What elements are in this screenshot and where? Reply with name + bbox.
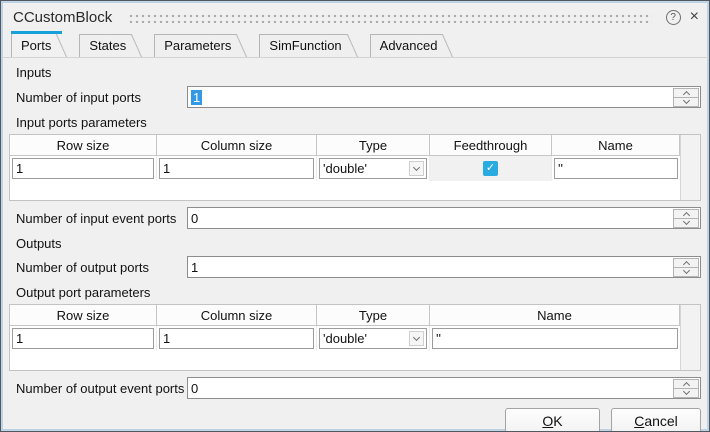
number-of-input-ports-value: 1: [191, 90, 202, 105]
table-row: 1: [10, 326, 157, 351]
input-ports-table: Row size Column size Type Feedthrough Na…: [9, 134, 701, 201]
help-icon[interactable]: ?: [666, 10, 681, 25]
tab-parameters[interactable]: Parameters: [154, 34, 235, 57]
tab-simfunction[interactable]: SimFunction: [259, 34, 345, 57]
checkmark-icon: ✓: [486, 163, 495, 174]
row-size-input[interactable]: 1: [12, 328, 154, 349]
chevron-down-icon: [682, 97, 689, 104]
spin-down-button[interactable]: [673, 218, 699, 228]
number-of-input-ports-label: Number of input ports: [9, 90, 187, 105]
column-header-row-size: Row size: [10, 305, 157, 326]
input-ports-parameters-label: Input ports parameters: [16, 115, 701, 130]
number-of-output-ports-row: Number of output ports 1: [9, 256, 701, 278]
column-header-type: Type: [317, 305, 430, 326]
table-scrollbar-gutter: [680, 305, 700, 370]
column-header-column-size: Column size: [157, 135, 317, 156]
tab-advanced[interactable]: Advanced: [370, 34, 442, 57]
tab-bar: Ports States Parameters SimFunction Adva…: [1, 30, 709, 58]
chevron-down-icon: [413, 163, 420, 170]
number-of-input-ports-field[interactable]: 1: [187, 86, 701, 108]
help-glyph: ?: [670, 12, 676, 23]
close-icon[interactable]: ×: [690, 10, 699, 24]
dropdown-button[interactable]: [409, 161, 424, 176]
table-empty-area: [10, 181, 680, 200]
titlebar-drag-handle[interactable]: [128, 12, 651, 23]
cancel-button[interactable]: Cancel: [611, 408, 701, 432]
spin-down-button[interactable]: [673, 267, 699, 277]
spin-down-button[interactable]: [673, 97, 699, 107]
number-of-input-ports-row: Number of input ports 1: [9, 86, 701, 108]
number-of-input-event-ports-field[interactable]: 0: [187, 207, 701, 229]
number-of-input-event-ports-label: Number of input event ports: [9, 211, 187, 226]
column-size-input[interactable]: 1: [159, 328, 314, 349]
tab-ports[interactable]: Ports: [11, 31, 55, 57]
close-glyph: ×: [690, 8, 699, 25]
feedthrough-checkbox[interactable]: ✓: [483, 161, 498, 176]
number-of-output-event-ports-value: 0: [191, 381, 198, 396]
column-header-name: Name: [430, 305, 680, 326]
spinner: [673, 88, 699, 106]
output-ports-table: Row size Column size Type Name 1 1 'doub…: [9, 304, 701, 371]
ccustomblock-dialog: CCustomBlock ? × Ports States Parameters…: [0, 0, 710, 432]
tab-states[interactable]: States: [79, 34, 130, 57]
spin-down-button[interactable]: [673, 388, 699, 398]
column-header-type: Type: [317, 135, 430, 156]
inputs-section-label: Inputs: [16, 65, 701, 80]
number-of-output-ports-label: Number of output ports: [9, 260, 187, 275]
number-of-output-ports-field[interactable]: 1: [187, 256, 701, 278]
outputs-section-label: Outputs: [16, 236, 701, 251]
dialog-title: CCustomBlock: [13, 9, 112, 26]
table-row: 1: [10, 156, 157, 181]
spinner: [673, 258, 699, 276]
number-of-input-event-ports-row: Number of input event ports 0: [9, 207, 701, 229]
spinner: [673, 209, 699, 227]
type-dropdown-value: 'double': [320, 161, 367, 176]
column-header-row-size: Row size: [10, 135, 157, 156]
number-of-input-event-ports-value: 0: [191, 211, 198, 226]
ports-tab-panel: Inputs Number of input ports 1 Input por…: [1, 65, 709, 432]
column-header-column-size: Column size: [157, 305, 317, 326]
type-dropdown-value: 'double': [320, 331, 367, 346]
type-dropdown[interactable]: 'double': [319, 158, 427, 179]
number-of-output-event-ports-field[interactable]: 0: [187, 377, 701, 399]
dropdown-button[interactable]: [409, 331, 424, 346]
chevron-down-icon: [682, 267, 689, 274]
column-header-name: Name: [552, 135, 680, 156]
chevron-down-icon: [682, 388, 689, 395]
row-size-input[interactable]: 1: [12, 158, 154, 179]
name-input[interactable]: '': [432, 328, 678, 349]
number-of-output-event-ports-label: Number of output event ports: [9, 381, 187, 396]
number-of-output-ports-value: 1: [191, 260, 198, 275]
table-empty-area: [10, 351, 680, 370]
column-size-input[interactable]: 1: [159, 158, 314, 179]
titlebar: CCustomBlock ? ×: [1, 1, 709, 30]
output-port-parameters-label: Output port parameters: [16, 285, 701, 300]
table-scrollbar-gutter: [680, 135, 700, 200]
chevron-down-icon: [413, 333, 420, 340]
spinner: [673, 379, 699, 397]
column-header-feedthrough: Feedthrough: [430, 135, 552, 156]
ok-button[interactable]: OK: [505, 408, 600, 432]
dialog-button-row: OK Cancel: [9, 408, 701, 432]
number-of-output-event-ports-row: Number of output event ports 0: [9, 377, 701, 399]
type-dropdown[interactable]: 'double': [319, 328, 427, 349]
chevron-down-icon: [682, 218, 689, 225]
name-input[interactable]: '': [554, 158, 678, 179]
